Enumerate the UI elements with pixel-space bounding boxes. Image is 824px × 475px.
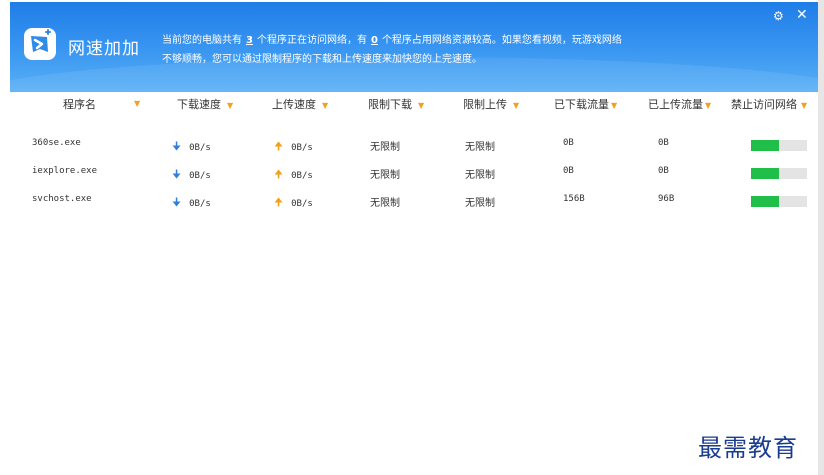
program-name: svchost.exe	[32, 194, 92, 204]
download-speed-value: 0B/s	[189, 171, 211, 181]
message-text: 当前您的电脑共有	[162, 35, 242, 46]
column-header-downloaded[interactable]: 已下载流量 ▼	[554, 96, 617, 112]
column-header-upload-speed[interactable]: 上传速度 ▼	[272, 96, 328, 112]
uploaded-traffic: 96B	[658, 194, 675, 204]
column-label: 已上传流量	[648, 98, 703, 111]
column-label: 已下载流量	[554, 98, 609, 111]
table-row: svchost.exe 🠋 0B/s 🠉 0B/s 无限制 无限制 156B 96B	[10, 194, 818, 212]
column-header-limit-upload[interactable]: 限制上传 ▼	[463, 96, 519, 112]
limit-download-select[interactable]: 无限制	[370, 138, 400, 153]
app-title: 网速加加	[68, 39, 140, 59]
column-label: 上传速度	[272, 98, 316, 111]
sort-triangle-icon: ▼	[418, 101, 425, 110]
message-text: 个程序占用网络资源较高。如果您看视频，玩游戏网络	[381, 35, 622, 46]
upload-speed: 🠉 0B/s	[274, 166, 313, 185]
sort-triangle-icon: ▼	[227, 101, 234, 110]
upload-speed-value: 0B/s	[291, 143, 313, 153]
window-edge	[818, 0, 824, 475]
status-line-1: 当前您的电脑共有 3 个程序正在访问网络，有 0 个程序占用网络资源较高。如果您看视频，…	[162, 31, 622, 50]
watermark: 最需教育	[698, 434, 798, 462]
column-label: 下载速度	[177, 98, 221, 111]
upload-speed-value: 0B/s	[291, 199, 313, 209]
status-line-2: 不够顺畅，您可以通过限制程序的下载和上传速度来加快您的上完速度。	[162, 54, 482, 65]
column-header-limit-download[interactable]: 限制下载 ▼	[368, 96, 424, 112]
download-arrow-icon: 🠋	[172, 196, 182, 209]
column-header-block-network[interactable]: 禁止访问网络 ▼	[731, 96, 807, 112]
app-window: 网速加加 当前您的电脑共有 3 个程序正在访问网络，有 0 个程序占用网络资源较高。如果…	[10, 2, 818, 473]
column-label: 禁止访问网络	[731, 98, 797, 111]
app-logo-icon	[24, 28, 56, 60]
block-level-fill	[751, 140, 779, 151]
table-row: 360se.exe 🠋 0B/s 🠉 0B/s 无限制 无限制 0B 0B	[10, 138, 818, 156]
message-text: 个程序正在访问网络，有	[256, 35, 367, 46]
limit-download-select[interactable]: 无限制	[370, 166, 400, 181]
header-banner: 网速加加 当前您的电脑共有 3 个程序正在访问网络，有 0 个程序占用网络资源较高。如果…	[10, 2, 818, 92]
upload-arrow-icon: 🠉	[274, 196, 284, 209]
downloaded-traffic: 0B	[563, 166, 574, 176]
program-count: 3	[246, 35, 253, 46]
upload-speed: 🠉 0B/s	[274, 194, 313, 213]
column-label: 限制下载	[368, 98, 412, 111]
limit-upload-select[interactable]: 无限制	[465, 166, 495, 181]
limit-upload-select[interactable]: 无限制	[465, 138, 495, 153]
download-arrow-icon: 🠋	[172, 168, 182, 181]
limit-upload-select[interactable]: 无限制	[465, 194, 495, 209]
download-speed-value: 0B/s	[189, 199, 211, 209]
downloaded-traffic: 156B	[563, 194, 585, 204]
uploaded-traffic: 0B	[658, 166, 669, 176]
sort-triangle-icon: ▼	[134, 99, 141, 108]
program-name: iexplore.exe	[32, 166, 98, 176]
table-header: 程序名 ▼ 下载速度 ▼ 上传速度 ▼ 限制下载 ▼ 限制上传 ▼ 已下载流量 ▼ 已上传…	[10, 96, 818, 114]
status-message: 当前您的电脑共有 3 个程序正在访问网络，有 0 个程序占用网络资源较高。如果您看视频，…	[162, 31, 622, 69]
sort-triangle-icon[interactable]: ▼	[128, 96, 140, 109]
column-header-program-name[interactable]: 程序名	[63, 96, 96, 112]
block-network-toggle[interactable]	[751, 168, 807, 179]
column-header-uploaded[interactable]: 已上传流量 ▼	[648, 96, 711, 112]
sort-triangle-icon: ▼	[322, 101, 329, 110]
heavy-program-count: 0	[370, 35, 378, 46]
block-level-fill	[751, 168, 779, 179]
block-network-toggle[interactable]	[751, 140, 807, 151]
upload-arrow-icon: 🠉	[274, 168, 284, 181]
sort-triangle-icon: ▼	[611, 101, 618, 110]
download-speed: 🠋 0B/s	[172, 194, 211, 213]
download-speed-value: 0B/s	[189, 143, 211, 153]
upload-arrow-icon: 🠉	[274, 140, 284, 153]
upload-speed: 🠉 0B/s	[274, 138, 313, 157]
column-label: 程序名	[63, 98, 96, 111]
close-icon[interactable]: ✕	[796, 7, 808, 23]
sort-triangle-icon: ▼	[801, 101, 808, 110]
uploaded-traffic: 0B	[658, 138, 669, 148]
upload-speed-value: 0B/s	[291, 171, 313, 181]
table-row: iexplore.exe 🠋 0B/s 🠉 0B/s 无限制 无限制 0B 0B	[10, 166, 818, 184]
download-arrow-icon: 🠋	[172, 140, 182, 153]
sort-triangle-icon: ▼	[705, 101, 712, 110]
download-speed: 🠋 0B/s	[172, 166, 211, 185]
download-speed: 🠋 0B/s	[172, 138, 211, 157]
downloaded-traffic: 0B	[563, 138, 574, 148]
sort-triangle-icon: ▼	[513, 101, 520, 110]
column-label: 限制上传	[463, 98, 507, 111]
block-level-fill	[751, 196, 779, 207]
program-name: 360se.exe	[32, 138, 81, 148]
settings-gear-icon[interactable]: ⚙	[773, 9, 784, 23]
block-network-toggle[interactable]	[751, 196, 807, 207]
limit-download-select[interactable]: 无限制	[370, 194, 400, 209]
column-header-download-speed[interactable]: 下载速度 ▼	[177, 96, 233, 112]
